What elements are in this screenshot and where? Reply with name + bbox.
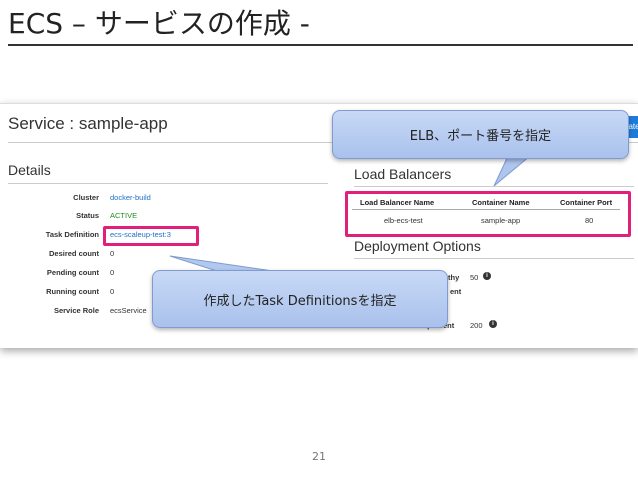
slide-title: ECS – サービスの作成 - (8, 7, 310, 40)
task-definition-label: Task Definition (45, 230, 99, 239)
running-count-value: 0 (110, 287, 115, 296)
maximum-percent-value: 200 (470, 321, 483, 330)
minimum-percent-label: ent (450, 287, 462, 296)
desired-count-label: Desired count (48, 249, 99, 258)
elb-callout: ELB、ポート番号を指定 (332, 110, 629, 159)
service-role-label: Service Role (53, 306, 99, 315)
page-number: 21 (312, 450, 326, 463)
pending-count-value: 0 (110, 268, 115, 277)
minimum-healthy-label: thy (448, 273, 460, 282)
container-port-cell: 80 (585, 216, 594, 225)
table-header-divider (352, 209, 620, 210)
pending-count-label: Pending count (46, 268, 99, 277)
service-role-value: ecsService (110, 306, 147, 315)
running-count-label: Running count (46, 287, 99, 296)
details-heading: Details (8, 162, 51, 178)
task-definition-highlight (103, 226, 199, 246)
info-icon[interactable]: i (489, 320, 497, 328)
info-icon[interactable]: i (483, 272, 491, 280)
minimum-healthy-value: 50 (470, 273, 479, 282)
lb-name-header: Load Balancer Name (360, 198, 435, 207)
cluster-value[interactable]: docker-build (110, 193, 151, 202)
task-callout: 作成したTask Definitionsを指定 (152, 270, 448, 328)
lb-name-cell[interactable]: elb-ecs-test (384, 216, 423, 225)
title-divider (8, 44, 633, 46)
status-label: Status (76, 211, 99, 220)
status-value: ACTIVE (110, 211, 138, 220)
desired-count-value: 0 (110, 249, 115, 258)
details-divider (8, 183, 328, 184)
deployment-options-heading: Deployment Options (354, 238, 481, 254)
deployment-options-divider (354, 258, 634, 259)
container-name-cell: sample-app (481, 216, 521, 225)
container-port-header: Container Port (560, 198, 613, 207)
load-balancer-table: Load Balancer Name Container Name Contai… (348, 194, 626, 232)
cluster-label: Cluster (73, 193, 99, 202)
service-title: Service : sample-app (8, 114, 168, 133)
load-balancers-heading: Load Balancers (354, 166, 452, 182)
